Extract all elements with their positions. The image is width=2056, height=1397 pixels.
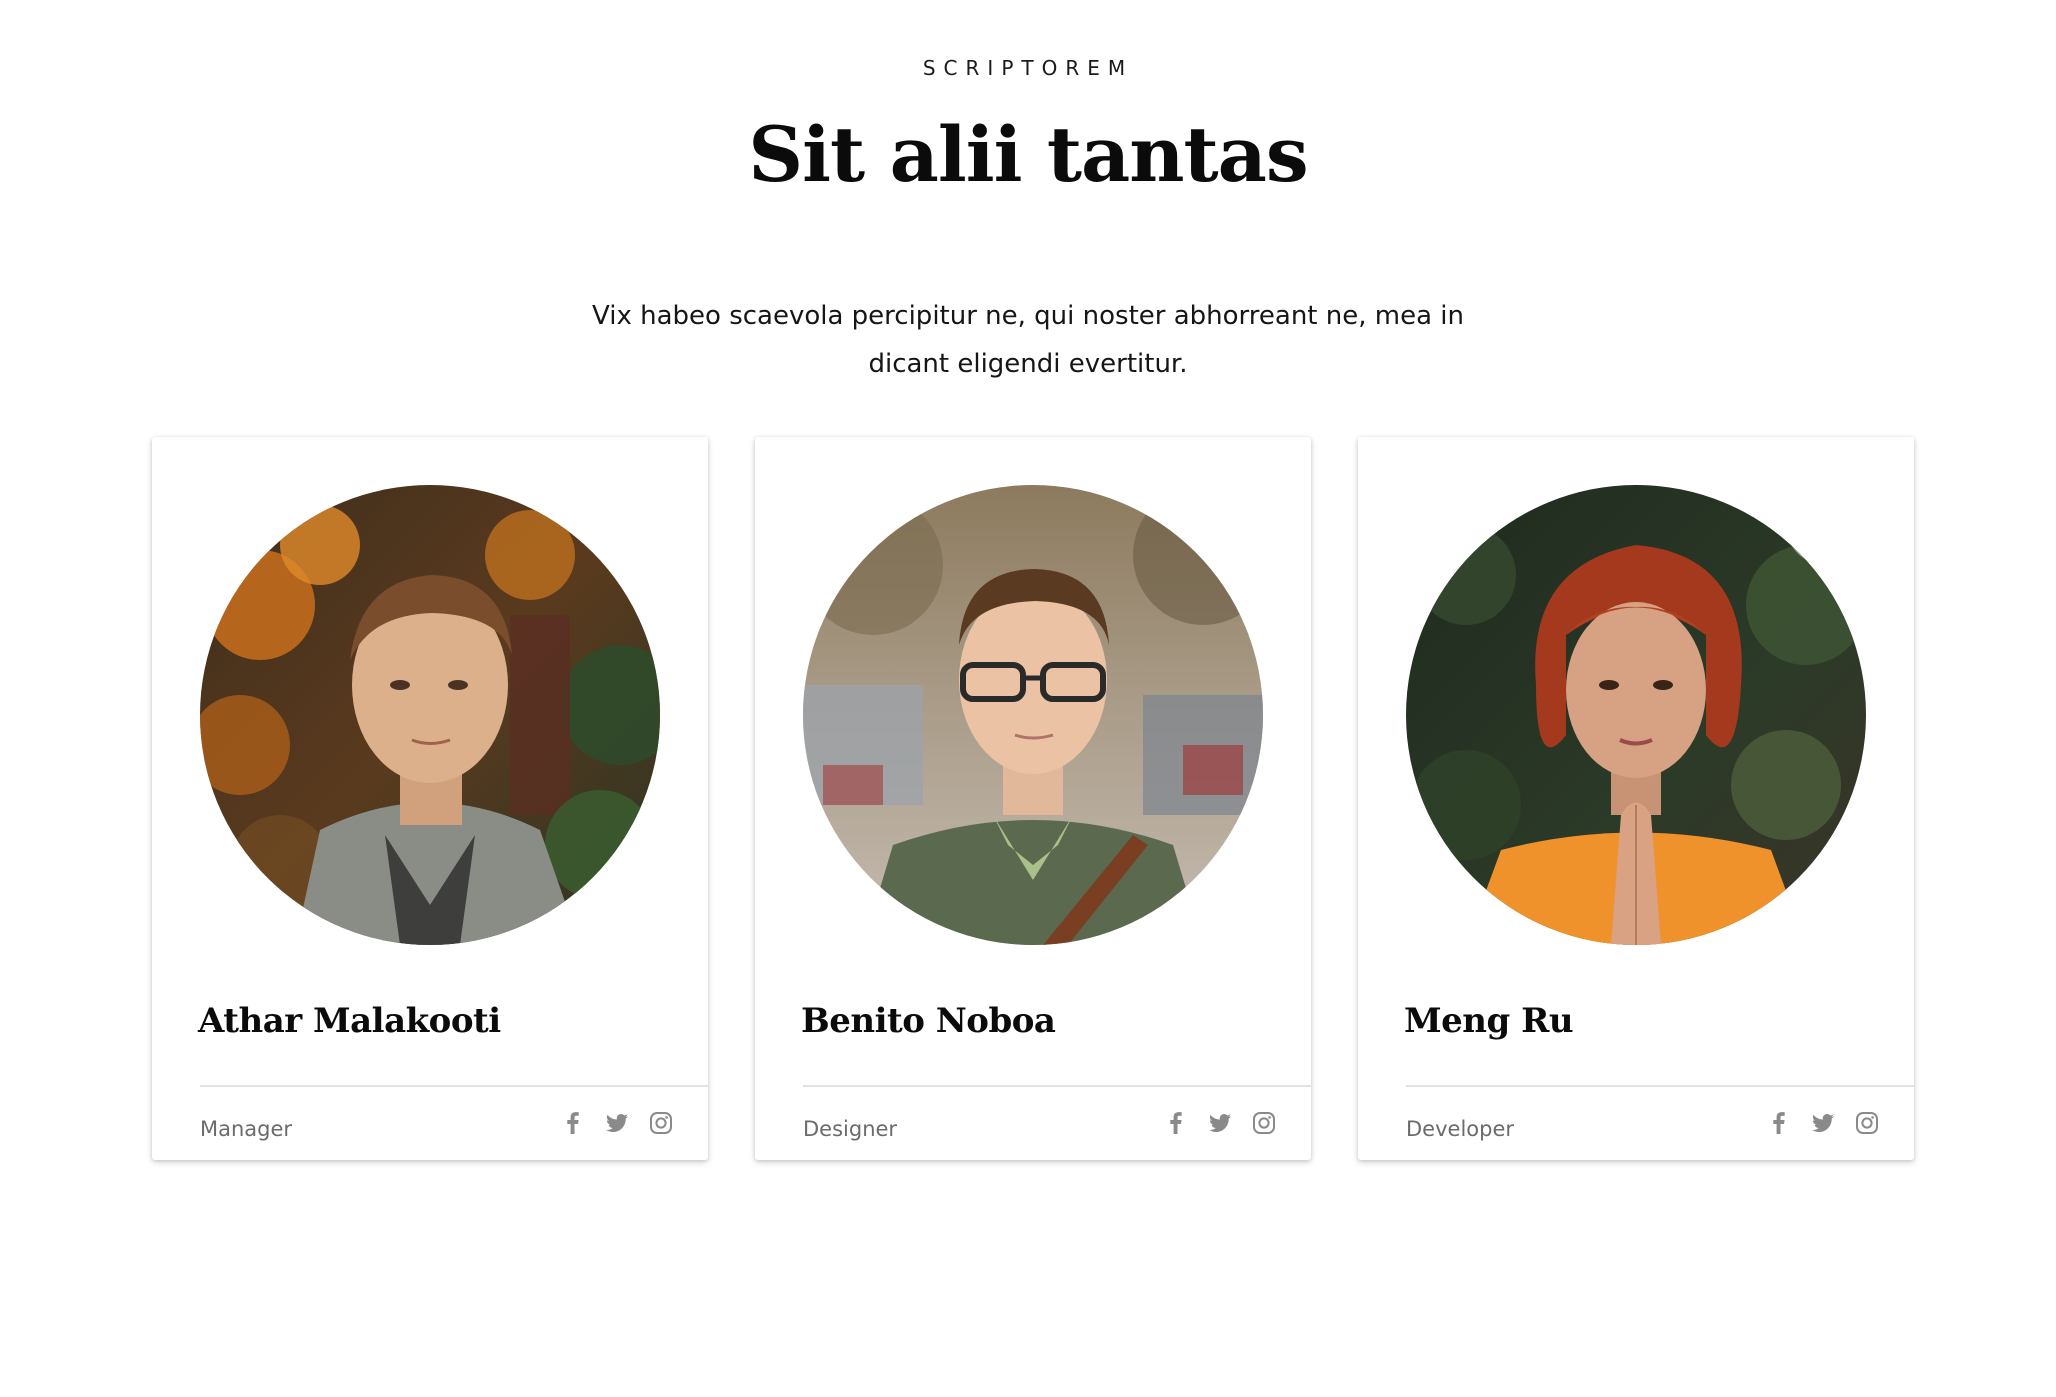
card-divider xyxy=(1406,1085,1914,1087)
member-name: Athar Malakooti xyxy=(198,1001,501,1041)
social-links xyxy=(1766,1110,1880,1136)
instagram-icon[interactable] xyxy=(1251,1110,1277,1136)
section-intro: Vix habeo scaevola percipitur ne, qui no… xyxy=(592,301,1464,379)
facebook-icon[interactable] xyxy=(1766,1110,1792,1136)
avatar xyxy=(200,485,660,945)
member-role: Manager xyxy=(200,1117,293,1141)
team-cards: Athar Malakooti Manager Benito Noboa Des… xyxy=(152,437,1914,1160)
team-card: Meng Ru Developer xyxy=(1358,437,1914,1160)
avatar-photo-image xyxy=(1406,485,1866,945)
team-card: Athar Malakooti Manager xyxy=(152,437,708,1160)
facebook-icon[interactable] xyxy=(560,1110,586,1136)
twitter-icon[interactable] xyxy=(1810,1110,1836,1136)
member-name: Benito Noboa xyxy=(801,1001,1056,1041)
member-role: Developer xyxy=(1406,1117,1515,1141)
avatar-photo-image xyxy=(200,485,660,945)
instagram-icon[interactable] xyxy=(648,1110,674,1136)
card-divider xyxy=(200,1085,708,1087)
twitter-icon[interactable] xyxy=(1207,1110,1233,1136)
team-card: Benito Noboa Designer xyxy=(755,437,1311,1160)
social-links xyxy=(560,1110,674,1136)
avatar xyxy=(803,485,1263,945)
social-links xyxy=(1163,1110,1277,1136)
member-role: Designer xyxy=(803,1117,898,1141)
member-name: Meng Ru xyxy=(1404,1001,1574,1041)
avatar-photo-image xyxy=(803,485,1263,945)
instagram-icon[interactable] xyxy=(1854,1110,1880,1136)
section-eyebrow: SCRIPTOREM xyxy=(922,56,1134,80)
facebook-icon[interactable] xyxy=(1163,1110,1189,1136)
section-title: Sit alii tantas xyxy=(748,110,1308,199)
card-divider xyxy=(803,1085,1311,1087)
avatar xyxy=(1406,485,1866,945)
twitter-icon[interactable] xyxy=(604,1110,630,1136)
